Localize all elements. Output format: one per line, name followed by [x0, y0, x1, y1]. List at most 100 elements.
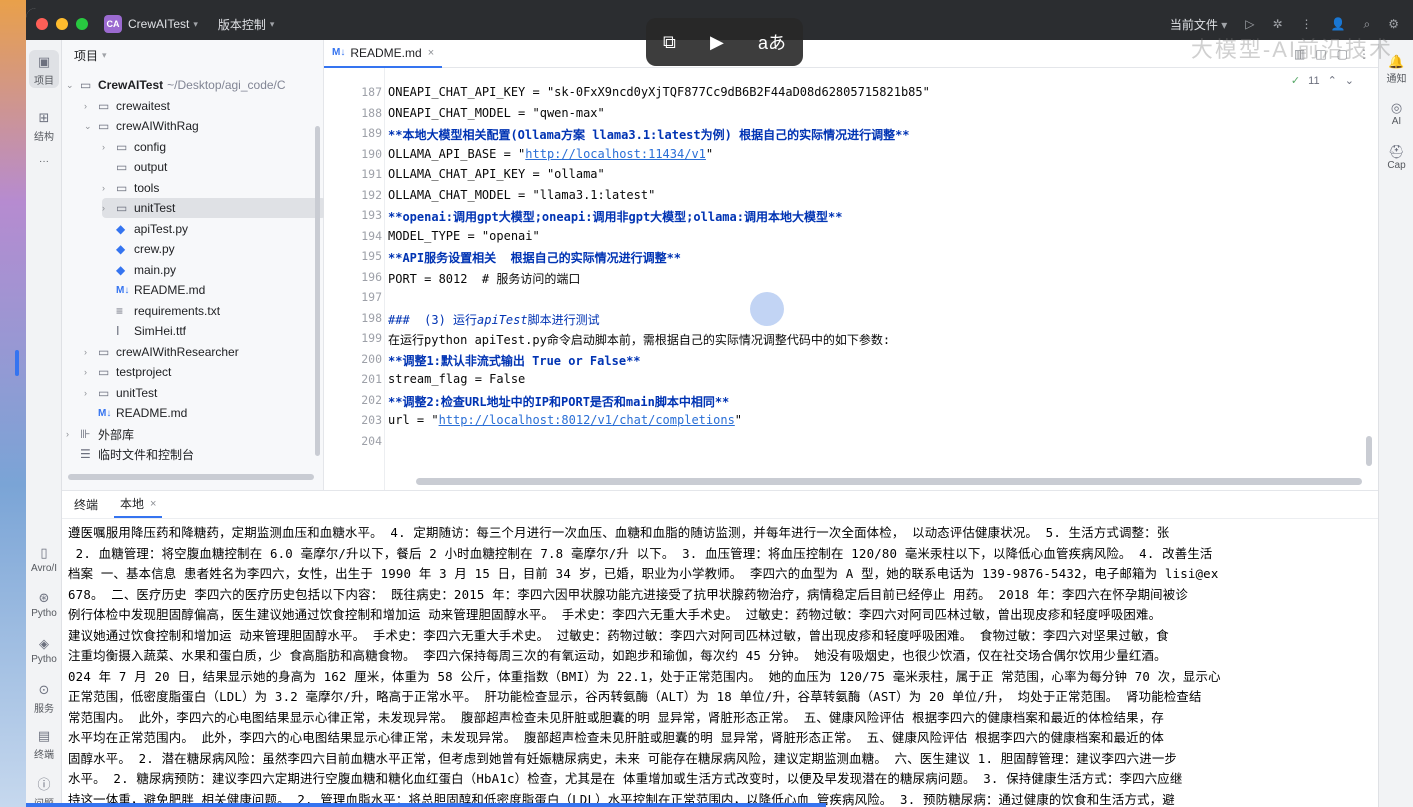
python-file-icon: ◆: [116, 242, 126, 256]
tree-item-root[interactable]: ⌄ ▭ CrewAITest ~/Desktop/agi_code/C: [66, 75, 286, 95]
terminal-line: 例行体检中发现胆固醇偏高，医生建议她通过饮食控制和增加运 动来管理胆固醇水平。 …: [68, 607, 1162, 622]
ollama-url-link[interactable]: http://localhost:11434/v1: [525, 147, 706, 161]
avro-tool-button[interactable]: ▯ Avro/I: [26, 545, 62, 574]
tree-item-external-libs[interactable]: › ⊪ 外部库: [66, 424, 134, 444]
tree-item-apitest[interactable]: ◆ apiTest.py: [116, 219, 188, 239]
translate-icon[interactable]: aあ: [758, 29, 786, 55]
chevron-down-icon[interactable]: ⌄: [66, 80, 80, 91]
vcs-menu[interactable]: 版本控制: [218, 16, 266, 33]
tree-item-main[interactable]: ◆ main.py: [116, 260, 176, 280]
chevron-right-icon[interactable]: ›: [84, 101, 98, 111]
chevron-down-icon[interactable]: ▾: [193, 19, 198, 30]
tree-item-crewaitest[interactable]: › ▭ crewaitest: [84, 96, 170, 116]
chevron-right-icon[interactable]: ›: [102, 142, 116, 152]
close-tab-icon[interactable]: ×: [150, 498, 156, 510]
run-icon[interactable]: ▷: [1245, 17, 1254, 31]
project-switcher[interactable]: CrewAITest: [128, 17, 189, 31]
chevron-down-icon[interactable]: ▾: [102, 50, 107, 61]
folder-icon: ▭: [116, 140, 128, 154]
code-line: MODEL_TYPE = "openai": [388, 229, 540, 243]
run-config-selector[interactable]: 当前文件 ▾: [1170, 16, 1227, 33]
settings-icon[interactable]: ⚙: [1388, 17, 1399, 31]
terminal-line: 水平均在正常范围内。 此外，李四六的心电图结果显示心律正常，未发现异常。 腹部超…: [68, 730, 1164, 745]
tree-item-readme-root[interactable]: M↓ README.md: [98, 403, 187, 423]
project-tool-button[interactable]: ▣ 项目: [29, 50, 59, 88]
tree-item-testproject[interactable]: › ▭ testproject: [84, 362, 171, 382]
chevron-down-icon[interactable]: ⌄: [84, 121, 98, 132]
tab-readme[interactable]: M↓ README.md ×: [324, 40, 443, 68]
tree-item-readme[interactable]: M↓ README.md: [116, 280, 205, 300]
more-actions-icon[interactable]: ⋮: [1301, 17, 1313, 31]
minimize-window-button[interactable]: [56, 18, 68, 30]
terminal-output[interactable]: 遵医嘱服用降压药和降糖药，定期监测血压和血糖水平。 4. 定期随访：每三个月进行…: [66, 521, 1374, 807]
python-packages-button[interactable]: ⊛ Pytho: [26, 590, 62, 619]
terminal-title: 终端: [74, 498, 99, 512]
line-number: 199: [361, 331, 382, 345]
code-line: OLLAMA_API_BASE = "http://localhost:1143…: [388, 147, 714, 161]
line-number: 190: [361, 147, 382, 161]
tree-item-crewaiwithresearcher[interactable]: › ▭ crewAIWithResearcher: [84, 342, 239, 362]
line-number-gutter: 187 188 189 190 191 192 193 194 195 196 …: [324, 68, 384, 490]
code-line: ONEAPI_CHAT_MODEL = "qwen-max": [388, 106, 605, 120]
chevron-right-icon[interactable]: ›: [84, 347, 98, 357]
chevron-right-icon[interactable]: ›: [84, 388, 98, 398]
services-tool-button[interactable]: ⊙ 服务: [26, 682, 62, 715]
tab-local[interactable]: 本地 ×: [114, 491, 163, 518]
project-vertical-scrollbar[interactable]: [315, 126, 320, 456]
line-number: 201: [361, 372, 382, 386]
tree-item-crewaiwithrag[interactable]: ⌄ ▭ crewAIWithRag: [84, 116, 199, 136]
tree-item-scratches[interactable]: ☰ 临时文件和控制台: [80, 444, 194, 464]
cap-tool-button[interactable]: ⛑ Cap: [1379, 144, 1413, 171]
search-icon[interactable]: ⌕: [1364, 17, 1371, 32]
close-window-button[interactable]: [36, 18, 48, 30]
project-panel-title[interactable]: 项目: [74, 47, 98, 64]
video-progress-bar[interactable]: [26, 803, 826, 807]
inspection-widget[interactable]: ✓ 11 ⌃ ⌄: [1291, 74, 1354, 88]
chevron-right-icon[interactable]: ›: [102, 183, 116, 193]
more-tools-button[interactable]: ···: [26, 156, 62, 167]
close-tab-icon[interactable]: ×: [428, 47, 434, 59]
ide-window: CA CrewAITest ▾ 版本控制 ▾ 当前文件 ▾ ▷ ✲ ⋮ 👤 ⌕ …: [26, 8, 1413, 807]
tree-item-tools[interactable]: › ▭ tools: [102, 178, 159, 198]
tree-item-crew[interactable]: ◆ crew.py: [116, 239, 175, 259]
structure-tool-button[interactable]: ⊞ 结构: [26, 110, 62, 143]
line-number: 197: [361, 290, 382, 304]
line-number: 194: [361, 229, 382, 243]
tree-item-simhei[interactable]: Ⅰ SimHei.ttf: [116, 321, 186, 341]
markdown-file-icon: M↓: [116, 284, 130, 296]
current-file-label: 当前文件: [1169, 17, 1218, 32]
account-icon[interactable]: 👤: [1331, 17, 1346, 31]
terminal-tool-button[interactable]: ▤ 终端: [26, 728, 62, 761]
warning-icon: ⓘ: [37, 777, 51, 792]
chevron-down-icon[interactable]: ▾: [270, 19, 275, 30]
python-console-button[interactable]: ◈ Pytho: [26, 636, 62, 665]
chevron-right-icon[interactable]: ›: [84, 367, 98, 377]
terminal-line: 678。 二、医疗历史 李四六的医疗历史包括以下内容： 既往病史：2015 年：…: [68, 587, 1188, 602]
tree-item-requirements[interactable]: ≡ requirements.txt: [116, 301, 220, 321]
zoom-window-button[interactable]: [76, 18, 88, 30]
code-line: OLLAMA_CHAT_API_KEY = "ollama": [388, 167, 605, 181]
chevron-down-icon[interactable]: ⌄: [1345, 74, 1354, 87]
chevron-right-icon[interactable]: ›: [66, 429, 80, 439]
tab-readme-label: README.md: [350, 45, 422, 60]
tree-item-unittest-selected[interactable]: › ▭ unitTest: [102, 198, 326, 218]
tree-item-unittest-root[interactable]: › ▭ unitTest: [84, 383, 157, 403]
tree-item-config[interactable]: › ▭ config: [102, 137, 166, 157]
code-text-area[interactable]: ONEAPI_CHAT_API_KEY = "sk-0FxX9ncd0yXjTQ…: [384, 68, 1378, 490]
exit-pip-icon[interactable]: ⧉: [663, 32, 676, 53]
debug-icon[interactable]: ✲: [1272, 17, 1282, 31]
tree-item-output[interactable]: ▭ output: [102, 157, 167, 177]
chevron-right-icon[interactable]: ›: [102, 203, 116, 213]
ai-assistant-button[interactable]: ◎ AI: [1379, 100, 1413, 127]
folder-icon: ▭: [98, 365, 110, 379]
chevron-up-icon[interactable]: ⌃: [1328, 74, 1337, 87]
project-horizontal-scrollbar[interactable]: [68, 474, 314, 480]
terminal-line: 注重均衡摄入蔬菜、水果和蛋白质，少 食高脂肪和高糖食物。 李四六保持每周三次的有…: [68, 648, 1167, 663]
api-url-link[interactable]: http://localhost:8012/v1/chat/completion…: [439, 413, 735, 427]
code-line: **API服务设置相关 根据自己的实际情况进行调整**: [388, 251, 682, 265]
editor-horizontal-scrollbar[interactable]: [416, 478, 1362, 485]
line-number: 203: [361, 413, 382, 427]
live-text-icon[interactable]: ▶: [710, 32, 724, 53]
folder-icon: ▭: [80, 78, 92, 92]
editor-vertical-scrollbar[interactable]: [1366, 436, 1372, 466]
